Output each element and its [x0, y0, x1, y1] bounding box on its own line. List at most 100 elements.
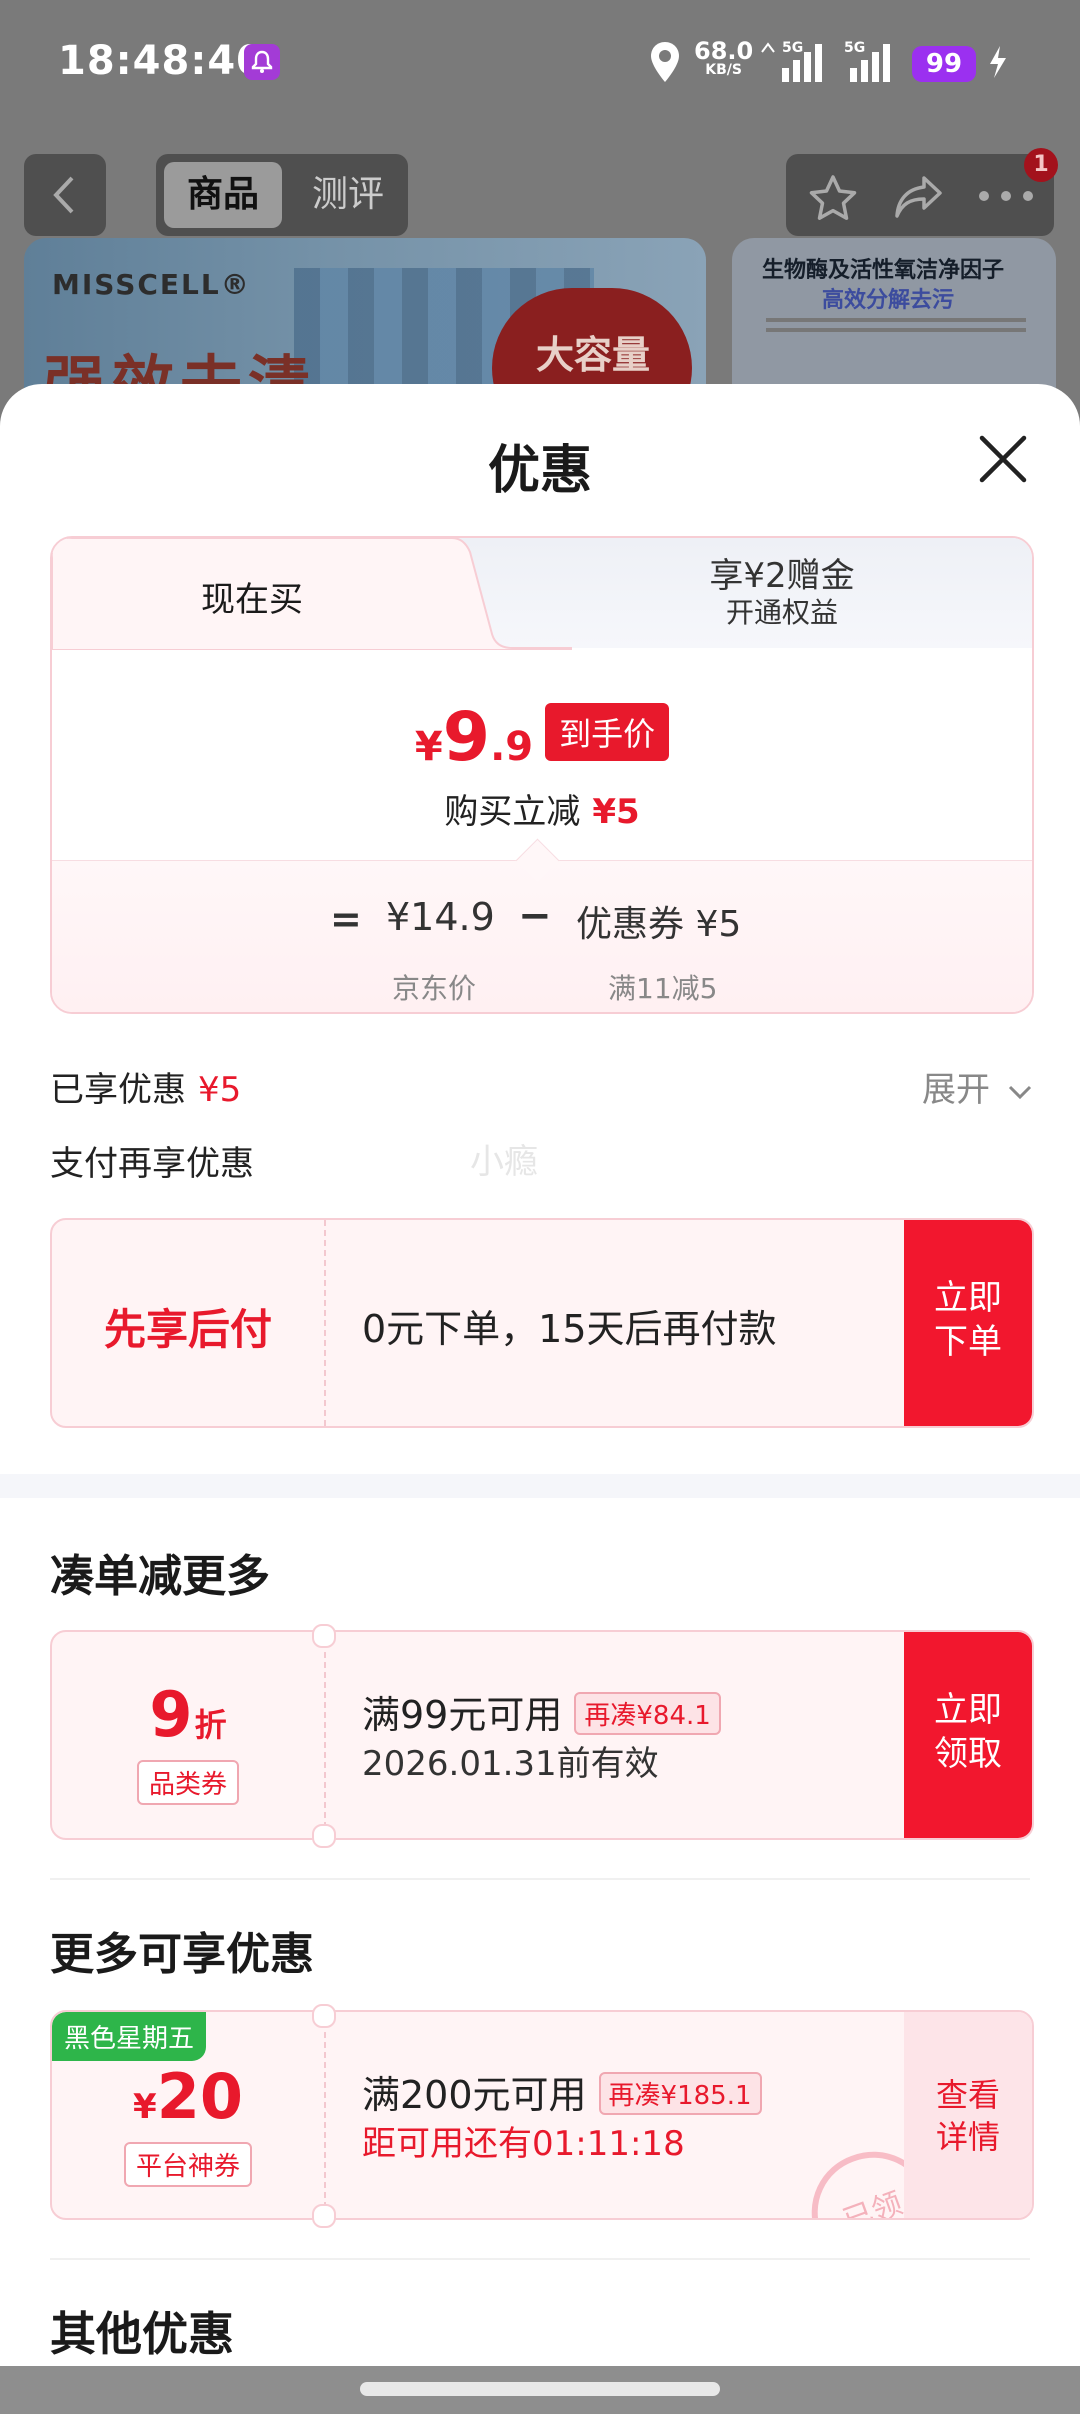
signal-2-label: 5G	[844, 40, 866, 56]
claim-coupon-line1: 立即	[934, 1690, 1002, 1730]
product-nav-bar: 商品 测评 1	[0, 148, 1080, 236]
category-coupon-card: 9折 品类券 满99元可用 再凑¥84.1 2026.01.31前有效 立即 领取	[50, 1630, 1034, 1840]
signal-1-icon: 5G	[760, 40, 830, 88]
tab-buy-now[interactable]: 现在买	[52, 538, 572, 650]
section-title-other: 其他优惠	[50, 2307, 234, 2361]
coupon-gap-chip: 再凑¥185.1	[598, 2072, 762, 2115]
formula-jd-label: 京东价	[392, 972, 477, 1005]
brand-logo: MISSCELL®	[52, 268, 251, 301]
coupon-validity: 2026.01.31前有效	[362, 1744, 659, 1784]
order-now-line2: 下单	[934, 1322, 1002, 1362]
instant-discount-line: 购买立减 ¥5	[52, 784, 1032, 833]
charging-icon	[990, 46, 1006, 78]
back-button[interactable]	[24, 154, 106, 236]
claim-coupon-line2: 领取	[934, 1734, 1002, 1774]
bnpl-title: 先享后付	[103, 1305, 272, 1354]
capacity-badge-text: 大容量	[536, 333, 651, 377]
status-time: 18:48:40	[58, 38, 265, 84]
final-price-tag: 到手价	[545, 702, 670, 761]
coupon-condition-text: 满99元可用	[362, 1693, 563, 1737]
coupon-value-area: 9折 品类券	[52, 1632, 326, 1838]
location-icon	[651, 42, 679, 82]
buy-now-pay-later-card: 先享后付 0元下单，15天后再付款 立即 下单	[50, 1218, 1034, 1428]
signal-2-icon: 5G	[842, 40, 902, 88]
network-speed: 68.0 KB/S	[694, 37, 754, 78]
section-title-more-discount: 凑单减更多	[50, 1551, 270, 1602]
coupon-type: 平台神券	[52, 2142, 324, 2187]
coupon-type-label: 品类券	[136, 1760, 239, 1805]
coupon-amount-currency: ¥	[133, 2087, 157, 2127]
banner-right-subtitle: 高效分解去污	[822, 288, 955, 313]
instant-discount-label: 购买立减	[444, 792, 581, 832]
price-formula: = ¥14.9 − 优惠券 ¥5 京东价 满11减5	[52, 838, 1032, 1012]
coupon-amount: ¥20	[52, 2060, 324, 2133]
divider-line	[50, 1878, 1030, 1880]
order-now-line1: 立即	[934, 1278, 1002, 1318]
divider-line	[50, 2258, 1030, 2260]
tab-goods[interactable]: 商品	[164, 162, 282, 228]
more-icon[interactable]	[978, 190, 1034, 202]
tab-bonus-gold-line1: 享¥2赠金	[709, 556, 855, 596]
section-divider	[0, 1474, 1080, 1498]
banner-right-title: 生物酶及活性氧洁净因子	[762, 258, 1005, 283]
coupon-condition-text: 满200元可用	[362, 2073, 587, 2117]
coupon-amount-value: 20	[156, 2060, 243, 2133]
formula-pointer	[515, 838, 560, 883]
notification-bell-icon	[244, 44, 280, 80]
final-price-decimal: .9	[490, 724, 534, 770]
enjoyed-discount: 已享优惠 ¥5	[50, 1062, 241, 1111]
chevron-left-icon	[53, 176, 74, 214]
message-badge: 1	[1024, 148, 1058, 182]
final-price-row: ¥9.9 到手价	[52, 698, 1032, 777]
coupon-gap-chip: 再凑¥84.1	[574, 1692, 721, 1735]
platform-coupon-card: ¥20 平台神券 黑色星期五 满200元可用 再凑¥185.1 距可用还有01:1…	[50, 2010, 1034, 2220]
order-now-button[interactable]: 立即 下单	[904, 1220, 1032, 1426]
enjoyed-discount-label: 已享优惠	[50, 1070, 186, 1110]
view-details-line2: 详情	[935, 2118, 1000, 2156]
watermark: 小瘾	[470, 1142, 538, 1182]
product-tab-switcher: 商品 测评	[156, 154, 408, 236]
enjoyed-discount-amount: ¥5	[198, 1070, 242, 1110]
status-bar: 18:48:40 68.0 KB/S 5G 5G 99	[0, 0, 1080, 130]
view-details-button[interactable]: 查看 详情	[904, 2012, 1032, 2218]
black-friday-tag: 黑色星期五	[52, 2012, 207, 2061]
tab-bonus-gold[interactable]: 享¥2赠金 开通权益	[572, 556, 992, 630]
coupon-condition: 满99元可用 再凑¥84.1	[362, 1684, 721, 1739]
formula-minus: −	[518, 893, 552, 939]
coupon-type-label: 平台神券	[123, 2142, 252, 2187]
star-icon[interactable]	[808, 174, 858, 222]
claim-coupon-button[interactable]: 立即 领取	[904, 1632, 1032, 1838]
share-icon[interactable]	[894, 174, 944, 220]
coupon-notch	[312, 2204, 336, 2228]
home-indicator[interactable]	[360, 2382, 720, 2396]
price-breakdown-card: 现在买 享¥2赠金 开通权益 ¥9.9 到手价 购买立减 ¥5 = ¥14.9 − …	[50, 536, 1034, 1014]
battery-indicator: 99	[912, 46, 976, 82]
signal-1-label: 5G	[782, 40, 804, 56]
final-price: ¥9.9	[415, 698, 533, 777]
coupon-discount-value: 9	[149, 1678, 193, 1751]
section-title-more-enjoy: 更多可享优惠	[50, 1929, 314, 1980]
speed-value: 68.0	[694, 37, 754, 65]
action-group	[786, 154, 1054, 236]
pay-more-label: 支付再享优惠	[50, 1144, 254, 1184]
final-price-integer: 9	[442, 698, 491, 777]
product-banner-secondary: 生物酶及活性氧洁净因子 高效分解去污	[732, 238, 1056, 408]
coupon-type: 品类券	[52, 1760, 324, 1805]
final-price-currency: ¥	[414, 724, 443, 770]
close-icon[interactable]	[976, 432, 1030, 486]
tab-bonus-gold-line2: 开通权益	[725, 596, 838, 629]
coupon-discount-unit: 折	[194, 1706, 227, 1744]
coupon-notch	[312, 2004, 336, 2028]
formula-coupon: 优惠券 ¥5	[576, 904, 742, 945]
coupon-condition: 满200元可用 再凑¥185.1	[362, 2064, 762, 2119]
bnpl-description: 0元下单，15天后再付款	[362, 1307, 777, 1351]
view-details-line1: 查看	[935, 2076, 1000, 2114]
coupon-notch	[312, 1824, 336, 1848]
tab-reviews[interactable]: 测评	[294, 162, 402, 228]
coupon-discount: 9折	[52, 1678, 324, 1751]
chevron-down-icon	[1008, 1085, 1031, 1100]
bnpl-title-area: 先享后付	[52, 1220, 326, 1426]
coupon-countdown: 距可用还有01:11:18	[362, 2124, 685, 2164]
expand-button[interactable]: 展开	[922, 1062, 1033, 1111]
sheet-title: 优惠	[487, 441, 592, 501]
